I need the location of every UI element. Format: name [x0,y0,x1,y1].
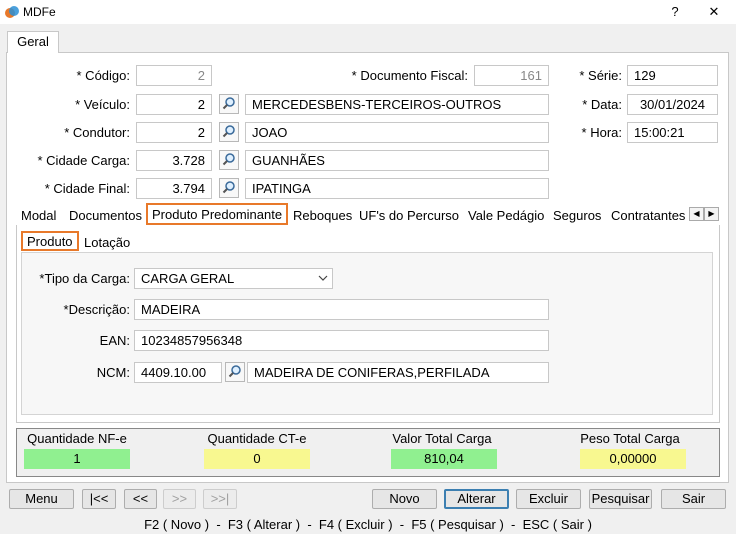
tab-ufs-percurso[interactable]: UF's do Percurso [354,206,464,225]
peso-total-label: Peso Total Carga [580,431,680,446]
codigo-label: * Código: [76,68,130,83]
total-cte-label: Quantidade CT-e [207,431,307,446]
codigo-field[interactable]: 2 [136,65,212,86]
magnifier-icon [222,124,236,141]
condutor-search-button[interactable] [219,122,239,142]
cidade-carga-desc-field[interactable]: GUANHÃES [245,150,549,171]
data-field[interactable]: 30/01/2024 [627,94,718,115]
tab-scroll-right-button[interactable]: ▶ [704,207,719,221]
pesquisar-button[interactable]: Pesquisar [589,489,652,509]
title-bar [0,0,736,24]
condutor-desc-field[interactable]: JOAO [245,122,549,143]
total-nfe-label: Quantidade NF-e [27,431,127,446]
tab-vale-pedagio[interactable]: Vale Pedágio [463,206,549,225]
magnifier-icon [222,180,236,197]
ncm-code-field[interactable]: 4409.10.00 [134,362,222,383]
total-cte-value: 0 [204,449,310,469]
tipo-carga-label: *Tipo da Carga: [39,271,130,286]
subtab-produto[interactable]: Produto [21,231,79,251]
documento-fiscal-field[interactable]: 161 [474,65,549,86]
valor-total-label: Valor Total Carga [392,431,492,446]
veiculo-label: * Veículo: [75,97,130,112]
alterar-button[interactable]: Alterar [444,489,509,509]
ncm-label: NCM: [96,365,130,380]
descricao-label: *Descrição: [63,302,130,317]
tab-seguros[interactable]: Seguros [548,206,606,225]
cidade-carga-code-field[interactable]: 3.728 [136,150,212,171]
prev-record-button[interactable]: << [124,489,157,509]
tab-geral[interactable]: Geral [7,31,59,53]
chevron-down-icon [317,270,329,286]
condutor-code-field[interactable]: 2 [136,122,212,143]
condutor-label: * Condutor: [64,125,130,140]
serie-label: * Série: [579,68,622,83]
tab-documentos[interactable]: Documentos [64,206,147,225]
veiculo-desc-field[interactable]: MERCEDESBENS-TERCEIROS-OUTROS [245,94,549,115]
descricao-field[interactable]: MADEIRA [134,299,549,320]
data-label: * Data: [582,97,622,112]
tab-reboques[interactable]: Reboques [288,206,357,225]
valor-total-value: 810,04 [391,449,497,469]
sair-button[interactable]: Sair [661,489,726,509]
cidade-carga-search-button[interactable] [219,150,239,170]
tab-produto-predominante[interactable]: Produto Predominante [146,203,289,225]
menu-button[interactable]: Menu [9,489,74,509]
close-button[interactable]: ✕ [702,4,726,20]
ean-field[interactable]: 10234857956348 [134,330,549,351]
ncm-desc-field[interactable]: MADEIRA DE CONIFERAS,PERFILADA [247,362,549,383]
hora-label: * Hora: [581,125,622,140]
hora-field[interactable]: 15:00:21 [627,122,718,143]
cidade-final-desc-field[interactable]: IPATINGA [245,178,549,199]
cidade-final-code-field[interactable]: 3.794 [136,178,212,199]
magnifier-icon [228,364,242,381]
cidade-final-label: * Cidade Final: [44,181,130,196]
cidade-carga-label: * Cidade Carga: [37,153,131,168]
veiculo-code-field[interactable]: 2 [136,94,212,115]
cidade-final-search-button[interactable] [219,178,239,198]
window-title: MDFe [23,5,56,19]
magnifier-icon [222,152,236,169]
shortcut-status-bar: F2 ( Novo ) - F3 ( Alterar ) - F4 ( Excl… [144,517,592,532]
app-icon [4,4,20,20]
veiculo-search-button[interactable] [219,94,239,114]
excluir-button[interactable]: Excluir [516,489,581,509]
magnifier-icon [222,96,236,113]
serie-field[interactable]: 129 [627,65,718,86]
peso-total-value: 0,00000 [580,449,686,469]
next-record-button[interactable]: >> [163,489,196,509]
tab-contratantes[interactable]: Contratantes [606,206,688,225]
documento-fiscal-label: * Documento Fiscal: [351,68,468,83]
tab-scroll-left-button[interactable]: ◀ [689,207,704,221]
ean-label: EAN: [99,333,130,348]
subtab-lotacao[interactable]: Lotação [79,233,135,252]
help-button[interactable]: ? [663,4,687,19]
first-record-button[interactable]: |<< [82,489,116,509]
novo-button[interactable]: Novo [372,489,437,509]
tipo-carga-select[interactable]: CARGA GERAL [134,268,333,289]
tab-modal[interactable]: Modal [16,206,61,225]
ncm-search-button[interactable] [225,362,245,382]
total-nfe-value: 1 [24,449,130,469]
last-record-button[interactable]: >>| [203,489,237,509]
